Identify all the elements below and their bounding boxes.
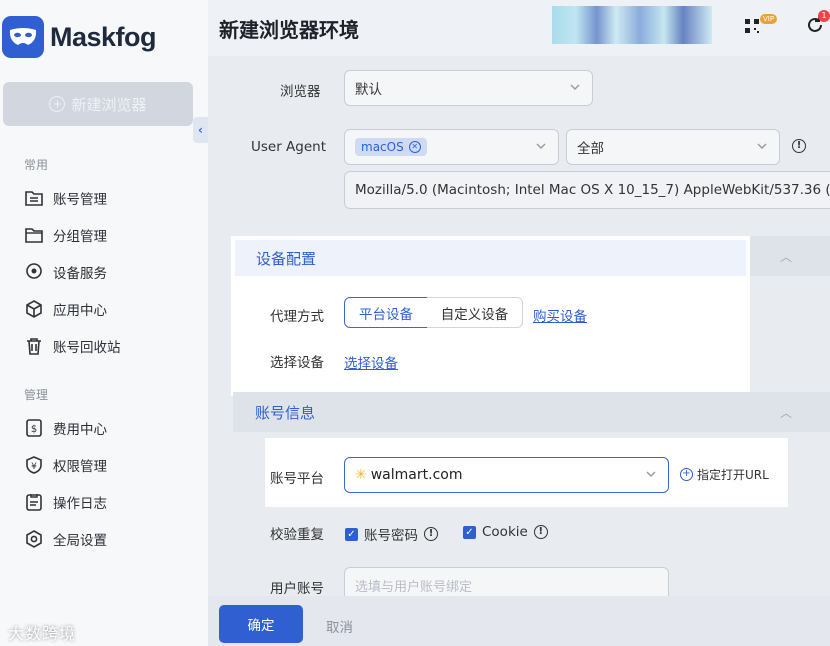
platform-label: 账号平台 [270,471,324,487]
user-account-placeholder: 选填与用户账号绑定 [355,579,473,595]
new-browser-label: 新建浏览器 [71,95,147,114]
chevron-down-icon [570,84,580,90]
sidebar-item-label: 设备服务 [53,266,107,282]
open-url-button[interactable]: + 指定打开URL [680,466,769,483]
sidebar-item-app-center[interactable]: 应用中心 [24,299,107,319]
sidebar-item-billing[interactable]: $ 费用中心 [24,418,107,438]
proxy-option-custom[interactable]: 自定义设备 [427,297,523,328]
sidebar-item-operation-log[interactable]: 操作日志 [24,492,107,512]
new-browser-button[interactable]: + 新建浏览器 [3,82,193,126]
checkbox-label: 账号密码 [364,528,418,544]
dup-check-label: 校验重复 [270,527,324,543]
qr-code-icon[interactable] [744,18,760,34]
info-icon[interactable]: ! [424,527,438,541]
sidebar-item-account-management[interactable]: 账号管理 [24,188,107,208]
platform-value: walmart.com [370,467,463,483]
nav-section-title: 常用 [24,158,49,172]
sidebar-item-label: 操作日志 [53,496,107,512]
account-section-bar[interactable]: 账号信息 ︿ [233,392,830,432]
cube-icon [26,300,42,318]
svg-text:$: $ [31,424,37,435]
user-agent-string[interactable]: Mozilla/5.0 (Macintosh; Intel Mac OS X 1… [344,171,830,209]
sidebar-item-permissions[interactable]: ¥ 权限管理 [24,455,107,475]
browser-label: 浏览器 [280,84,321,100]
chevron-down-icon [536,143,546,149]
os-select[interactable]: macOS ✕ [344,129,559,165]
platform-select[interactable]: ✳ walmart.com [344,457,669,493]
page-title: 新建浏览器环境 [219,18,359,42]
browser-select-value: 默认 [355,82,382,98]
dup-check-password[interactable]: ✓ 账号密码 ! [345,524,438,544]
checkbox-checked-icon[interactable]: ✓ [345,527,358,541]
proxy-option-platform[interactable]: 平台设备 [344,297,428,328]
chevron-up-icon[interactable]: ︿ [780,248,792,265]
remove-tag-icon[interactable]: ✕ [408,141,421,153]
device-section-title[interactable]: 设备配置 [235,240,746,276]
confirm-button[interactable]: 确定 [219,605,303,643]
os-tag[interactable]: macOS ✕ [355,138,427,156]
sidebar-item-group-management[interactable]: 分组管理 [24,225,107,245]
cancel-button[interactable]: 取消 [326,616,353,636]
os-tag-label: macOS [361,140,404,154]
sidebar-item-label: 费用中心 [53,422,107,438]
plus-circle-icon: + [680,468,693,481]
open-url-label: 指定打开URL [697,468,769,482]
collapse-sidebar-button[interactable]: ‹ [193,117,208,143]
checkbox-label: Cookie [482,524,528,540]
sidebar-item-label: 账号回收站 [53,340,121,356]
info-icon[interactable]: ! [792,139,806,153]
ua-version-value: 全部 [577,141,604,157]
plus-circle-icon: + [49,96,66,112]
vip-badge: VIP [760,14,778,24]
dup-check-cookie[interactable]: ✓ Cookie ! [463,524,548,540]
sidebar-item-label: 分组管理 [53,229,107,245]
sidebar-item-label: 全局设置 [53,533,107,549]
sidebar: Maskfog + 新建浏览器 常用 账号管理 分组管理 设备服务 应用中心 账… [0,0,208,646]
watermark: 大数跨境 [8,624,77,643]
checkbox-checked-icon[interactable]: ✓ [463,525,476,539]
user-agent-label: User Agent [251,139,327,155]
settings-hex-icon [26,530,42,548]
sidebar-item-global-settings[interactable]: 全局设置 [24,529,107,549]
location-pin-icon [26,263,42,279]
chevron-down-icon [757,143,767,149]
browser-select[interactable]: 默认 [344,70,593,106]
info-icon[interactable]: ! [533,525,548,539]
folder-icon [25,228,43,243]
chevron-up-icon[interactable]: ︿ [780,404,792,421]
sidebar-item-label: 应用中心 [53,303,107,319]
user-account-label: 用户账号 [270,581,324,597]
buy-device-link[interactable]: 购买设备 [533,305,587,325]
log-icon [26,494,42,511]
account-section-title: 账号信息 [255,403,316,422]
chevron-down-icon [646,471,656,477]
sidebar-item-label: 权限管理 [53,459,107,475]
mask-logo-icon [2,16,44,58]
nav-section-title: 管理 [24,388,49,402]
dollar-doc-icon: $ [26,419,42,437]
sidebar-item-device-service[interactable]: 设备服务 [24,262,107,282]
ua-version-select[interactable]: 全部 [566,129,780,165]
sidebar-item-label: 账号管理 [53,192,107,208]
svg-text:¥: ¥ [31,462,37,472]
walmart-spark-icon: ✳ [355,467,367,483]
select-device-link[interactable]: 选择设备 [344,352,398,372]
select-device-label: 选择设备 [270,355,324,371]
notification-badge: 1 [818,10,830,22]
sidebar-item-recycle-bin[interactable]: 账号回收站 [24,336,121,356]
shield-yen-icon: ¥ [26,456,42,474]
trash-icon [27,338,41,355]
app-name: Maskfog [50,21,157,52]
logo[interactable]: Maskfog [2,16,157,58]
proxy-method-label: 代理方式 [270,309,324,325]
folder-list-icon [25,191,43,206]
blurred-region [552,6,712,44]
